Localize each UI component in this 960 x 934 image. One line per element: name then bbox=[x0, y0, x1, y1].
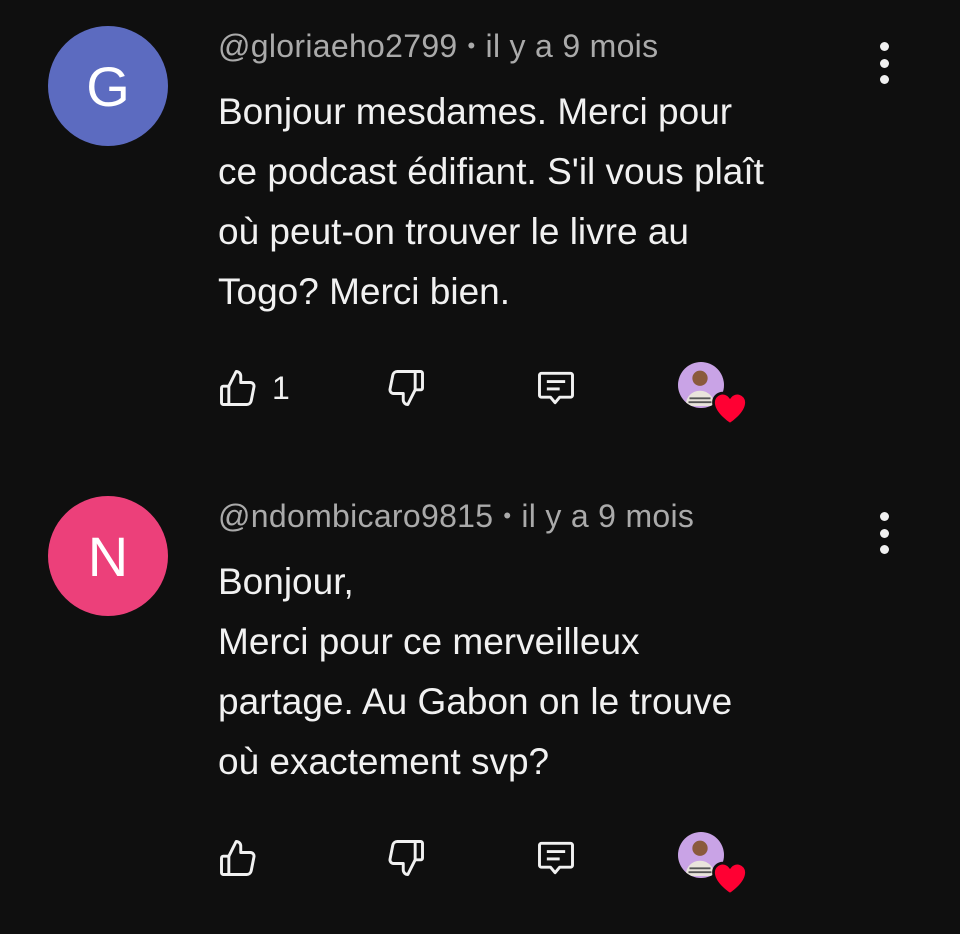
avatar-letter: N bbox=[87, 524, 129, 588]
comment-text: Bonjour mesdames. Merci pour ce podcast … bbox=[218, 91, 764, 312]
author-handle[interactable]: @ndombicaro9815 bbox=[218, 498, 493, 534]
comment-thread-item: N @ndombicaro9815 • il y a 9 mois Bonjour,… bbox=[0, 470, 960, 934]
like-button[interactable] bbox=[216, 828, 272, 888]
avatar-letter: G bbox=[86, 54, 130, 118]
heart-icon bbox=[712, 391, 748, 426]
avatar[interactable]: G bbox=[48, 26, 168, 146]
comment-thread-item: G @gloriaeho2799 • il y a 9 mois Bonjour m… bbox=[0, 0, 960, 470]
timestamp[interactable]: il y a 9 mois bbox=[521, 498, 694, 534]
menu-dot bbox=[879, 512, 889, 521]
comment-header: @gloriaeho2799 • il y a 9 mois bbox=[218, 28, 658, 65]
heart-icon bbox=[712, 861, 748, 896]
separator: • bbox=[467, 32, 476, 58]
like-count: 1 bbox=[272, 369, 290, 406]
like-button[interactable]: 1 bbox=[216, 358, 290, 418]
author-handle[interactable]: @gloriaeho2799 bbox=[218, 28, 458, 64]
more-vert-icon[interactable] bbox=[868, 42, 900, 84]
comment-icon bbox=[538, 371, 574, 405]
menu-dot bbox=[879, 58, 889, 68]
menu-dot bbox=[879, 42, 889, 51]
comment-text: Bonjour, Merci pour ce merveilleux parta… bbox=[218, 561, 733, 782]
creator-heart bbox=[678, 358, 748, 426]
comment-header: @ndombicaro9815 • il y a 9 mois bbox=[218, 498, 694, 535]
comment-icon bbox=[538, 841, 574, 875]
reply-button[interactable] bbox=[534, 358, 578, 418]
reply-button[interactable] bbox=[534, 828, 578, 888]
dislike-button[interactable] bbox=[384, 828, 428, 888]
separator: • bbox=[503, 502, 512, 528]
thumb-down-icon bbox=[388, 370, 424, 406]
dislike-button[interactable] bbox=[384, 358, 428, 418]
comment-actions: 1 bbox=[0, 358, 960, 426]
creator-heart bbox=[678, 828, 748, 896]
thumb-down-icon bbox=[388, 840, 424, 876]
thumb-up-icon bbox=[220, 370, 256, 406]
timestamp[interactable]: il y a 9 mois bbox=[486, 28, 659, 64]
more-vert-icon[interactable] bbox=[868, 512, 900, 554]
menu-dot bbox=[879, 528, 889, 538]
avatar[interactable]: N bbox=[48, 496, 168, 616]
thumb-up-icon bbox=[220, 840, 256, 876]
comment-actions bbox=[0, 828, 960, 896]
